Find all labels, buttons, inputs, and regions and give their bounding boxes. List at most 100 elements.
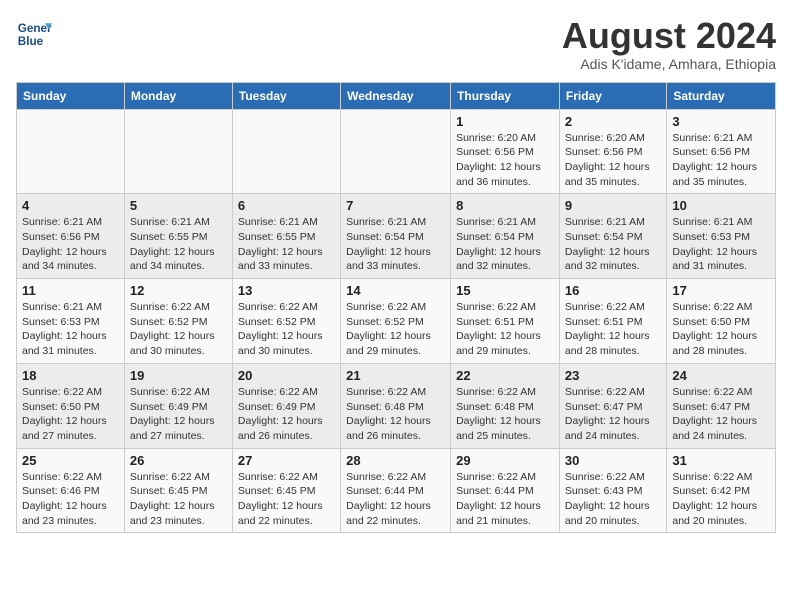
calendar-cell — [341, 109, 451, 194]
day-info: Sunrise: 6:22 AM Sunset: 6:45 PM Dayligh… — [238, 470, 335, 529]
calendar-cell: 29 Sunrise: 6:22 AM Sunset: 6:44 PM Dayli… — [451, 448, 560, 533]
calendar-cell: 25 Sunrise: 6:22 AM Sunset: 6:46 PM Dayli… — [17, 448, 125, 533]
svg-text:Blue: Blue — [18, 35, 44, 48]
calendar-cell: 1 Sunrise: 6:20 AM Sunset: 6:56 PM Daylig… — [451, 109, 560, 194]
day-info: Sunrise: 6:21 AM Sunset: 6:54 PM Dayligh… — [456, 215, 554, 274]
day-info: Sunrise: 6:22 AM Sunset: 6:44 PM Dayligh… — [456, 470, 554, 529]
day-number: 18 — [22, 368, 119, 383]
calendar-cell: 10 Sunrise: 6:21 AM Sunset: 6:53 PM Dayli… — [667, 194, 776, 279]
day-number: 26 — [130, 453, 227, 468]
day-header-sunday: Sunday — [17, 82, 125, 109]
day-number: 7 — [346, 198, 445, 213]
logo-icon: General Blue — [16, 16, 52, 52]
calendar-cell: 27 Sunrise: 6:22 AM Sunset: 6:45 PM Dayli… — [232, 448, 340, 533]
calendar-cell: 26Sunrise: 6:22 AM Sunset: 6:45 PM Dayli… — [124, 448, 232, 533]
day-number: 23 — [565, 368, 661, 383]
calendar-cell: 2Sunrise: 6:20 AM Sunset: 6:56 PM Daylig… — [559, 109, 666, 194]
calendar-cell — [124, 109, 232, 194]
calendar-cell: 21 Sunrise: 6:22 AM Sunset: 6:48 PM Dayli… — [341, 363, 451, 448]
calendar-cell — [232, 109, 340, 194]
calendar-cell: 5 Sunrise: 6:21 AM Sunset: 6:55 PM Daylig… — [124, 194, 232, 279]
title-area: August 2024 Adis K'idame, Amhara, Ethiop… — [562, 16, 776, 72]
day-info: Sunrise: 6:22 AM Sunset: 6:47 PM Dayligh… — [565, 385, 661, 444]
day-number: 30 — [565, 453, 661, 468]
calendar-cell: 15Sunrise: 6:22 AM Sunset: 6:51 PM Dayli… — [451, 279, 560, 364]
day-header-friday: Friday — [559, 82, 666, 109]
day-info: Sunrise: 6:21 AM Sunset: 6:56 PM Dayligh… — [672, 131, 770, 190]
day-info: Sunrise: 6:20 AM Sunset: 6:56 PM Dayligh… — [456, 131, 554, 190]
day-info: Sunrise: 6:22 AM Sunset: 6:47 PM Dayligh… — [672, 385, 770, 444]
calendar-cell: 17 Sunrise: 6:22 AM Sunset: 6:50 PM Dayli… — [667, 279, 776, 364]
calendar-cell: 24Sunrise: 6:22 AM Sunset: 6:47 PM Dayli… — [667, 363, 776, 448]
day-header-wednesday: Wednesday — [341, 82, 451, 109]
day-info: Sunrise: 6:21 AM Sunset: 6:53 PM Dayligh… — [672, 215, 770, 274]
day-number: 6 — [238, 198, 335, 213]
day-header-thursday: Thursday — [451, 82, 560, 109]
day-number: 14 — [346, 283, 445, 298]
calendar-cell: 20Sunrise: 6:22 AM Sunset: 6:49 PM Dayli… — [232, 363, 340, 448]
day-number: 9 — [565, 198, 661, 213]
day-info: Sunrise: 6:21 AM Sunset: 6:54 PM Dayligh… — [565, 215, 661, 274]
day-info: Sunrise: 6:22 AM Sunset: 6:43 PM Dayligh… — [565, 470, 661, 529]
day-info: Sunrise: 6:20 AM Sunset: 6:56 PM Dayligh… — [565, 131, 661, 190]
day-info: Sunrise: 6:22 AM Sunset: 6:48 PM Dayligh… — [346, 385, 445, 444]
calendar-cell — [17, 109, 125, 194]
day-number: 28 — [346, 453, 445, 468]
day-info: Sunrise: 6:22 AM Sunset: 6:44 PM Dayligh… — [346, 470, 445, 529]
calendar-cell: 6 Sunrise: 6:21 AM Sunset: 6:55 PM Daylig… — [232, 194, 340, 279]
logo: General Blue — [16, 16, 52, 52]
day-info: Sunrise: 6:22 AM Sunset: 6:49 PM Dayligh… — [130, 385, 227, 444]
day-number: 16 — [565, 283, 661, 298]
day-number: 31 — [672, 453, 770, 468]
day-number: 12 — [130, 283, 227, 298]
calendar-cell: 22Sunrise: 6:22 AM Sunset: 6:48 PM Dayli… — [451, 363, 560, 448]
location-subtitle: Adis K'idame, Amhara, Ethiopia — [562, 56, 776, 72]
week-row-4: 18 Sunrise: 6:22 AM Sunset: 6:50 PM Dayli… — [17, 363, 776, 448]
day-number: 20 — [238, 368, 335, 383]
day-info: Sunrise: 6:22 AM Sunset: 6:48 PM Dayligh… — [456, 385, 554, 444]
day-info: Sunrise: 6:22 AM Sunset: 6:51 PM Dayligh… — [565, 300, 661, 359]
day-header-saturday: Saturday — [667, 82, 776, 109]
day-number: 1 — [456, 114, 554, 129]
calendar-cell: 16 Sunrise: 6:22 AM Sunset: 6:51 PM Dayli… — [559, 279, 666, 364]
day-info: Sunrise: 6:21 AM Sunset: 6:56 PM Dayligh… — [22, 215, 119, 274]
day-info: Sunrise: 6:21 AM Sunset: 6:55 PM Dayligh… — [238, 215, 335, 274]
calendar-cell: 23 Sunrise: 6:22 AM Sunset: 6:47 PM Dayli… — [559, 363, 666, 448]
day-number: 29 — [456, 453, 554, 468]
day-number: 8 — [456, 198, 554, 213]
day-number: 4 — [22, 198, 119, 213]
day-info: Sunrise: 6:22 AM Sunset: 6:51 PM Dayligh… — [456, 300, 554, 359]
day-number: 17 — [672, 283, 770, 298]
week-row-5: 25 Sunrise: 6:22 AM Sunset: 6:46 PM Dayli… — [17, 448, 776, 533]
day-number: 10 — [672, 198, 770, 213]
day-number: 5 — [130, 198, 227, 213]
day-info: Sunrise: 6:22 AM Sunset: 6:52 PM Dayligh… — [238, 300, 335, 359]
day-number: 13 — [238, 283, 335, 298]
calendar-cell: 9 Sunrise: 6:21 AM Sunset: 6:54 PM Daylig… — [559, 194, 666, 279]
day-info: Sunrise: 6:22 AM Sunset: 6:50 PM Dayligh… — [672, 300, 770, 359]
calendar-cell: 19 Sunrise: 6:22 AM Sunset: 6:49 PM Dayli… — [124, 363, 232, 448]
calendar-cell: 31Sunrise: 6:22 AM Sunset: 6:42 PM Dayli… — [667, 448, 776, 533]
month-title: August 2024 — [562, 16, 776, 56]
calendar-cell: 13 Sunrise: 6:22 AM Sunset: 6:52 PM Dayli… — [232, 279, 340, 364]
calendar-header-row: SundayMondayTuesdayWednesdayThursdayFrid… — [17, 82, 776, 109]
day-number: 11 — [22, 283, 119, 298]
day-header-tuesday: Tuesday — [232, 82, 340, 109]
calendar-table: SundayMondayTuesdayWednesdayThursdayFrid… — [16, 82, 776, 534]
day-number: 21 — [346, 368, 445, 383]
day-number: 25 — [22, 453, 119, 468]
calendar-cell: 18 Sunrise: 6:22 AM Sunset: 6:50 PM Dayli… — [17, 363, 125, 448]
calendar-cell: 14Sunrise: 6:22 AM Sunset: 6:52 PM Dayli… — [341, 279, 451, 364]
day-number: 19 — [130, 368, 227, 383]
day-info: Sunrise: 6:22 AM Sunset: 6:50 PM Dayligh… — [22, 385, 119, 444]
calendar-cell: 11Sunrise: 6:21 AM Sunset: 6:53 PM Dayli… — [17, 279, 125, 364]
day-number: 27 — [238, 453, 335, 468]
calendar-cell: 12 Sunrise: 6:22 AM Sunset: 6:52 PM Dayli… — [124, 279, 232, 364]
day-info: Sunrise: 6:21 AM Sunset: 6:55 PM Dayligh… — [130, 215, 227, 274]
day-info: Sunrise: 6:22 AM Sunset: 6:46 PM Dayligh… — [22, 470, 119, 529]
calendar-cell: 30 Sunrise: 6:22 AM Sunset: 6:43 PM Dayli… — [559, 448, 666, 533]
calendar-cell: 7Sunrise: 6:21 AM Sunset: 6:54 PM Daylig… — [341, 194, 451, 279]
day-info: Sunrise: 6:22 AM Sunset: 6:52 PM Dayligh… — [130, 300, 227, 359]
week-row-2: 4 Sunrise: 6:21 AM Sunset: 6:56 PM Daylig… — [17, 194, 776, 279]
calendar-cell: 28 Sunrise: 6:22 AM Sunset: 6:44 PM Dayli… — [341, 448, 451, 533]
